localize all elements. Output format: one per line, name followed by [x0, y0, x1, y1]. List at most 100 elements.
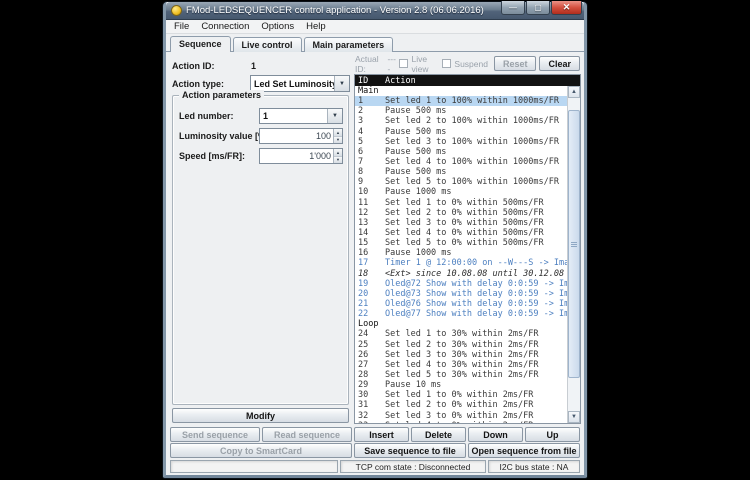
sequence-row[interactable]: Main — [355, 86, 567, 96]
sequence-rows: Main1Set led 1 to 100% within 1000ms/FR2… — [355, 86, 567, 423]
live-view-checkbox[interactable] — [399, 59, 408, 68]
scrollbar-thumb[interactable] — [568, 110, 580, 378]
scroll-down-icon[interactable]: ▼ — [568, 411, 580, 423]
action-type-label: Action type: — [172, 79, 224, 89]
app-window: FMod-LEDSEQUENCER control application - … — [163, 2, 587, 478]
sequence-row[interactable]: 16Pause 1000 ms — [355, 248, 567, 258]
copy-to-smartcard-button[interactable]: Copy to SmartCard — [170, 443, 352, 458]
luminosity-spinner[interactable]: 100 ▲ ▼ — [259, 128, 343, 144]
scroll-up-icon[interactable]: ▲ — [568, 86, 580, 98]
sequence-row[interactable]: 25Set led 2 to 30% within 2ms/FR — [355, 340, 567, 350]
chevron-down-icon[interactable]: ▼ — [334, 76, 349, 91]
speed-value[interactable]: 1'000 — [260, 149, 333, 163]
bottom-button-bar: Send sequence Read sequence Insert Delet… — [166, 426, 584, 459]
sequence-list-panel: Actual ID: ---- Live view Suspend Reset … — [354, 55, 581, 424]
minimize-icon[interactable]: — — [501, 1, 525, 15]
spinner-up-icon[interactable]: ▲ — [334, 149, 342, 157]
delete-button[interactable]: Delete — [411, 427, 466, 442]
sequence-row[interactable]: 7Set led 4 to 100% within 1000ms/FR — [355, 157, 567, 167]
close-icon[interactable]: ✕ — [551, 1, 582, 15]
sequence-row[interactable]: 2Pause 500 ms — [355, 106, 567, 116]
save-sequence-button[interactable]: Save sequence to file — [354, 443, 466, 458]
sequence-row[interactable]: 6Pause 500 ms — [355, 147, 567, 157]
menu-bar: FileConnectionOptionsHelp — [166, 20, 584, 34]
sequence-row[interactable]: 17Timer 1 @ 12:00:00 on --W---S -> Image — [355, 258, 567, 268]
sequence-row[interactable]: 10Pause 1000 ms — [355, 187, 567, 197]
sequence-row[interactable]: 9Set led 5 to 100% within 1000ms/FR — [355, 177, 567, 187]
clear-button[interactable]: Clear — [539, 56, 580, 71]
list-scrollbar[interactable]: ▲ ▼ — [567, 86, 580, 423]
sequence-row[interactable]: 14Set led 4 to 0% within 500ms/FR — [355, 228, 567, 238]
action-id-label: Action ID: — [172, 61, 215, 71]
sequence-row[interactable]: 27Set led 4 to 30% within 2ms/FR — [355, 360, 567, 370]
sequence-row[interactable]: 13Set led 3 to 0% within 500ms/FR — [355, 218, 567, 228]
maximize-icon[interactable]: ▢ — [526, 1, 550, 15]
send-sequence-button[interactable]: Send sequence — [170, 427, 260, 442]
sequence-row[interactable]: 33Set led 4 to 0% within 2ms/FR — [355, 421, 567, 423]
sequence-row[interactable]: 22Oled@77 Show with delay 0:0:59 -> Imag… — [355, 309, 567, 319]
desktop-background: FMod-LEDSEQUENCER control application - … — [0, 0, 750, 480]
sequence-row[interactable]: 31Set led 2 to 0% within 2ms/FR — [355, 400, 567, 410]
open-sequence-button[interactable]: Open sequence from file — [468, 443, 580, 458]
tcp-state-field: TCP com state : Disconnected — [340, 460, 486, 473]
action-parameters-title: Action parameters — [179, 90, 264, 100]
sequence-row[interactable]: 3Set led 2 to 100% within 1000ms/FR — [355, 116, 567, 126]
title-bar[interactable]: FMod-LEDSEQUENCER control application - … — [166, 2, 584, 20]
down-button[interactable]: Down — [468, 427, 523, 442]
luminosity-value[interactable]: 100 — [260, 129, 333, 143]
up-button[interactable]: Up — [525, 427, 580, 442]
sequence-row[interactable]: 30Set led 1 to 0% within 2ms/FR — [355, 390, 567, 400]
sequence-row[interactable]: 24Set led 1 to 30% within 2ms/FR — [355, 329, 567, 339]
window-controls: — ▢ ✕ — [501, 1, 582, 15]
spinner-down-icon[interactable]: ▼ — [334, 137, 342, 144]
sequence-row[interactable]: 26Set led 3 to 30% within 2ms/FR — [355, 350, 567, 360]
sequence-row[interactable]: 21Oled@76 Show with delay 0:0:59 -> Imag… — [355, 299, 567, 309]
menu-file[interactable]: File — [168, 21, 195, 32]
window-title: FMod-LEDSEQUENCER control application - … — [186, 5, 497, 16]
sequence-row[interactable]: 5Set led 3 to 100% within 1000ms/FR — [355, 137, 567, 147]
read-sequence-button[interactable]: Read sequence — [262, 427, 352, 442]
sequence-row[interactable]: 19Oled@72 Show with delay 0:0:59 -> Imag… — [355, 279, 567, 289]
sequence-row[interactable]: 28Set led 5 to 30% within 2ms/FR — [355, 370, 567, 380]
modify-button[interactable]: Modify — [172, 408, 349, 423]
sequence-row[interactable]: 29Pause 10 ms — [355, 380, 567, 390]
reset-button[interactable]: Reset — [494, 56, 537, 71]
tab-main-parameters[interactable]: Main parameters — [304, 37, 394, 52]
speed-spinner[interactable]: 1'000 ▲ ▼ — [259, 148, 343, 164]
tab-sequence[interactable]: Sequence — [170, 36, 231, 52]
menu-options[interactable]: Options — [255, 21, 300, 32]
i2c-state-field: I2C bus state : NA — [488, 460, 580, 473]
menu-help[interactable]: Help — [300, 21, 332, 32]
sequence-row[interactable]: 11Set led 1 to 0% within 500ms/FR — [355, 198, 567, 208]
sequence-row[interactable]: 12Set led 2 to 0% within 500ms/FR — [355, 208, 567, 218]
sequence-tab-panel: Action ID: 1 Action type: Led Set Lumino… — [166, 51, 584, 426]
sequence-row[interactable]: Loop — [355, 319, 567, 329]
actual-id-label: Actual ID: — [355, 54, 384, 74]
action-id-value: 1 — [251, 61, 256, 71]
led-number-value: 1 — [260, 111, 327, 121]
tab-bar: SequenceLive controlMain parameters — [166, 34, 584, 51]
menu-connection[interactable]: Connection — [195, 21, 255, 32]
app-icon — [171, 5, 182, 16]
action-type-dropdown[interactable]: Led Set Luminosity ▼ — [250, 75, 350, 92]
tab-live-control[interactable]: Live control — [233, 37, 302, 52]
scrollbar-track[interactable] — [568, 98, 580, 411]
led-number-dropdown[interactable]: 1 ▼ — [259, 108, 343, 124]
sequence-row[interactable]: 1Set led 1 to 100% within 1000ms/FR — [355, 96, 567, 106]
speed-label: Speed [ms/FR]: — [179, 151, 245, 161]
sequence-list: ID Action Main1Set led 1 to 100% within … — [354, 74, 581, 424]
sequence-row[interactable]: 15Set led 5 to 0% within 500ms/FR — [355, 238, 567, 248]
sequence-row[interactable]: 20Oled@73 Show with delay 0:0:59 -> Imag… — [355, 289, 567, 299]
spinner-down-icon[interactable]: ▼ — [334, 157, 342, 164]
sequence-row[interactable]: 4Pause 500 ms — [355, 127, 567, 137]
sequence-row[interactable]: 8Pause 500 ms — [355, 167, 567, 177]
suspend-label: Suspend — [454, 59, 488, 69]
actual-id-value: ---- — [387, 54, 396, 74]
suspend-checkbox[interactable] — [442, 59, 451, 68]
chevron-down-icon[interactable]: ▼ — [327, 109, 342, 123]
sequence-row[interactable]: 32Set led 3 to 0% within 2ms/FR — [355, 411, 567, 421]
live-controls-row: Actual ID: ---- Live view Suspend Reset … — [354, 55, 581, 72]
sequence-row[interactable]: 18<Ext> since 10.08.08 until 30.12.08 — [355, 269, 567, 279]
insert-button[interactable]: Insert — [354, 427, 409, 442]
spinner-up-icon[interactable]: ▲ — [334, 129, 342, 137]
